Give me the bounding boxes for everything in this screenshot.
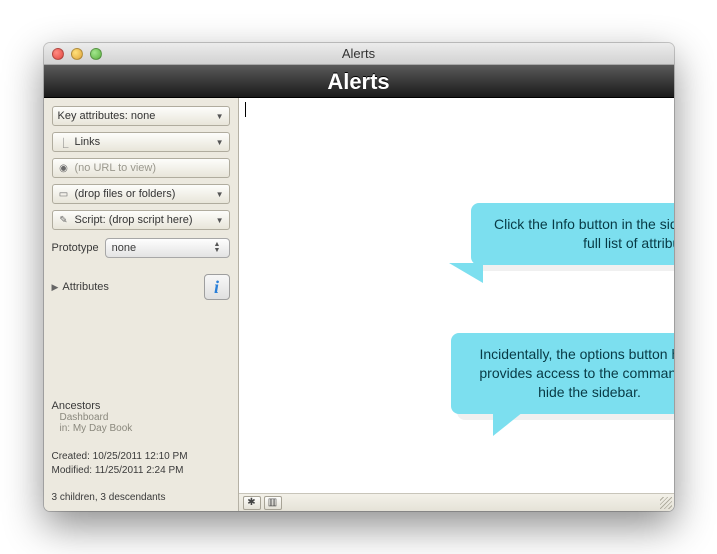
attributes-toggle[interactable]: ▶ Attributes [52,281,109,293]
callout-info: Click the Info button in the sidebar to … [471,203,674,265]
created-text: Created: 10/25/2011 12:10 PM [52,450,230,464]
main-area: Click the Info button in the sidebar to … [239,98,674,511]
gear-icon: ✱ [247,497,255,508]
zoom-button[interactable] [90,48,102,60]
app-window: Alerts Alerts Key attributes: none ▼ ⎿ L… [44,43,674,511]
info-button[interactable]: i [204,274,230,300]
chevron-down-icon: ▼ [216,190,224,199]
resize-handle[interactable] [660,497,672,509]
body: Key attributes: none ▼ ⎿ Links ▼ ◉ (no U… [44,98,674,511]
traffic-lights [52,48,102,60]
ancestors-section: Ancestors Dashboard in: My Day Book [52,400,230,434]
url-placeholder: (no URL to view) [75,162,157,174]
prototype-value: none [112,242,136,254]
attributes-label: Attributes [62,281,108,293]
display-icon: ▥ [268,497,277,508]
sidebar: Key attributes: none ▼ ⎿ Links ▼ ◉ (no U… [44,98,239,511]
prototype-select[interactable]: none ▲▼ [105,238,230,258]
callout-options-text: Incidentally, the options button here pr… [479,346,673,400]
chevron-down-icon: ▼ [216,112,224,121]
counts-text: 3 children, 3 descendants [52,492,230,503]
url-field[interactable]: ◉ (no URL to view) [52,158,230,178]
key-attributes-label: Key attributes: none [58,110,156,122]
files-placeholder: (drop files or folders) [75,188,176,200]
titlebar[interactable]: Alerts [44,43,674,65]
header-title: Alerts [327,69,389,94]
header-bar: Alerts [44,65,674,98]
meta-section: Created: 10/25/2011 12:10 PM Modified: 1… [52,450,230,478]
links-dropdown[interactable]: ⎿ Links ▼ [52,132,230,152]
links-icon: ⎿ [58,136,70,148]
modified-text: Modified: 11/25/2011 2:24 PM [52,464,230,478]
ancestors-heading: Ancestors [52,400,230,412]
close-button[interactable] [52,48,64,60]
key-attributes-dropdown[interactable]: Key attributes: none ▼ [52,106,230,126]
script-icon: ✎ [58,214,70,226]
script-dropdown[interactable]: ✎ Script: (drop script here) ▼ [52,210,230,230]
disclosure-triangle-icon: ▶ [52,282,59,293]
window-title: Alerts [342,46,375,61]
files-dropdown[interactable]: ▭ (drop files or folders) ▼ [52,184,230,204]
prototype-label: Prototype [52,242,99,254]
view-button[interactable]: ▥ [264,496,282,510]
attributes-row: ▶ Attributes i [52,274,230,300]
globe-icon: ◉ [58,162,70,174]
chevron-down-icon: ▼ [216,216,224,225]
sidebar-spacer [52,306,230,394]
minimize-button[interactable] [71,48,83,60]
callout-info-text: Click the Info button in the sidebar to … [494,216,674,251]
info-icon: i [214,277,219,298]
ancestors-item[interactable]: Dashboard [60,412,230,423]
callout-tail [449,263,483,283]
statusbar: ✱ ▥ [239,493,674,511]
chevron-down-icon: ▼ [216,138,224,147]
callout-tail [493,412,523,436]
stepper-icon: ▲▼ [214,241,226,255]
text-editor[interactable]: Click the Info button in the sidebar to … [239,98,674,493]
ancestors-in: in: My Day Book [60,423,230,434]
text-cursor [245,102,246,117]
callout-options: Incidentally, the options button here pr… [451,333,674,414]
links-label: Links [75,136,101,148]
options-button[interactable]: ✱ [243,496,261,510]
file-icon: ▭ [58,188,70,200]
script-placeholder: Script: (drop script here) [75,214,193,226]
prototype-row: Prototype none ▲▼ [52,238,230,258]
